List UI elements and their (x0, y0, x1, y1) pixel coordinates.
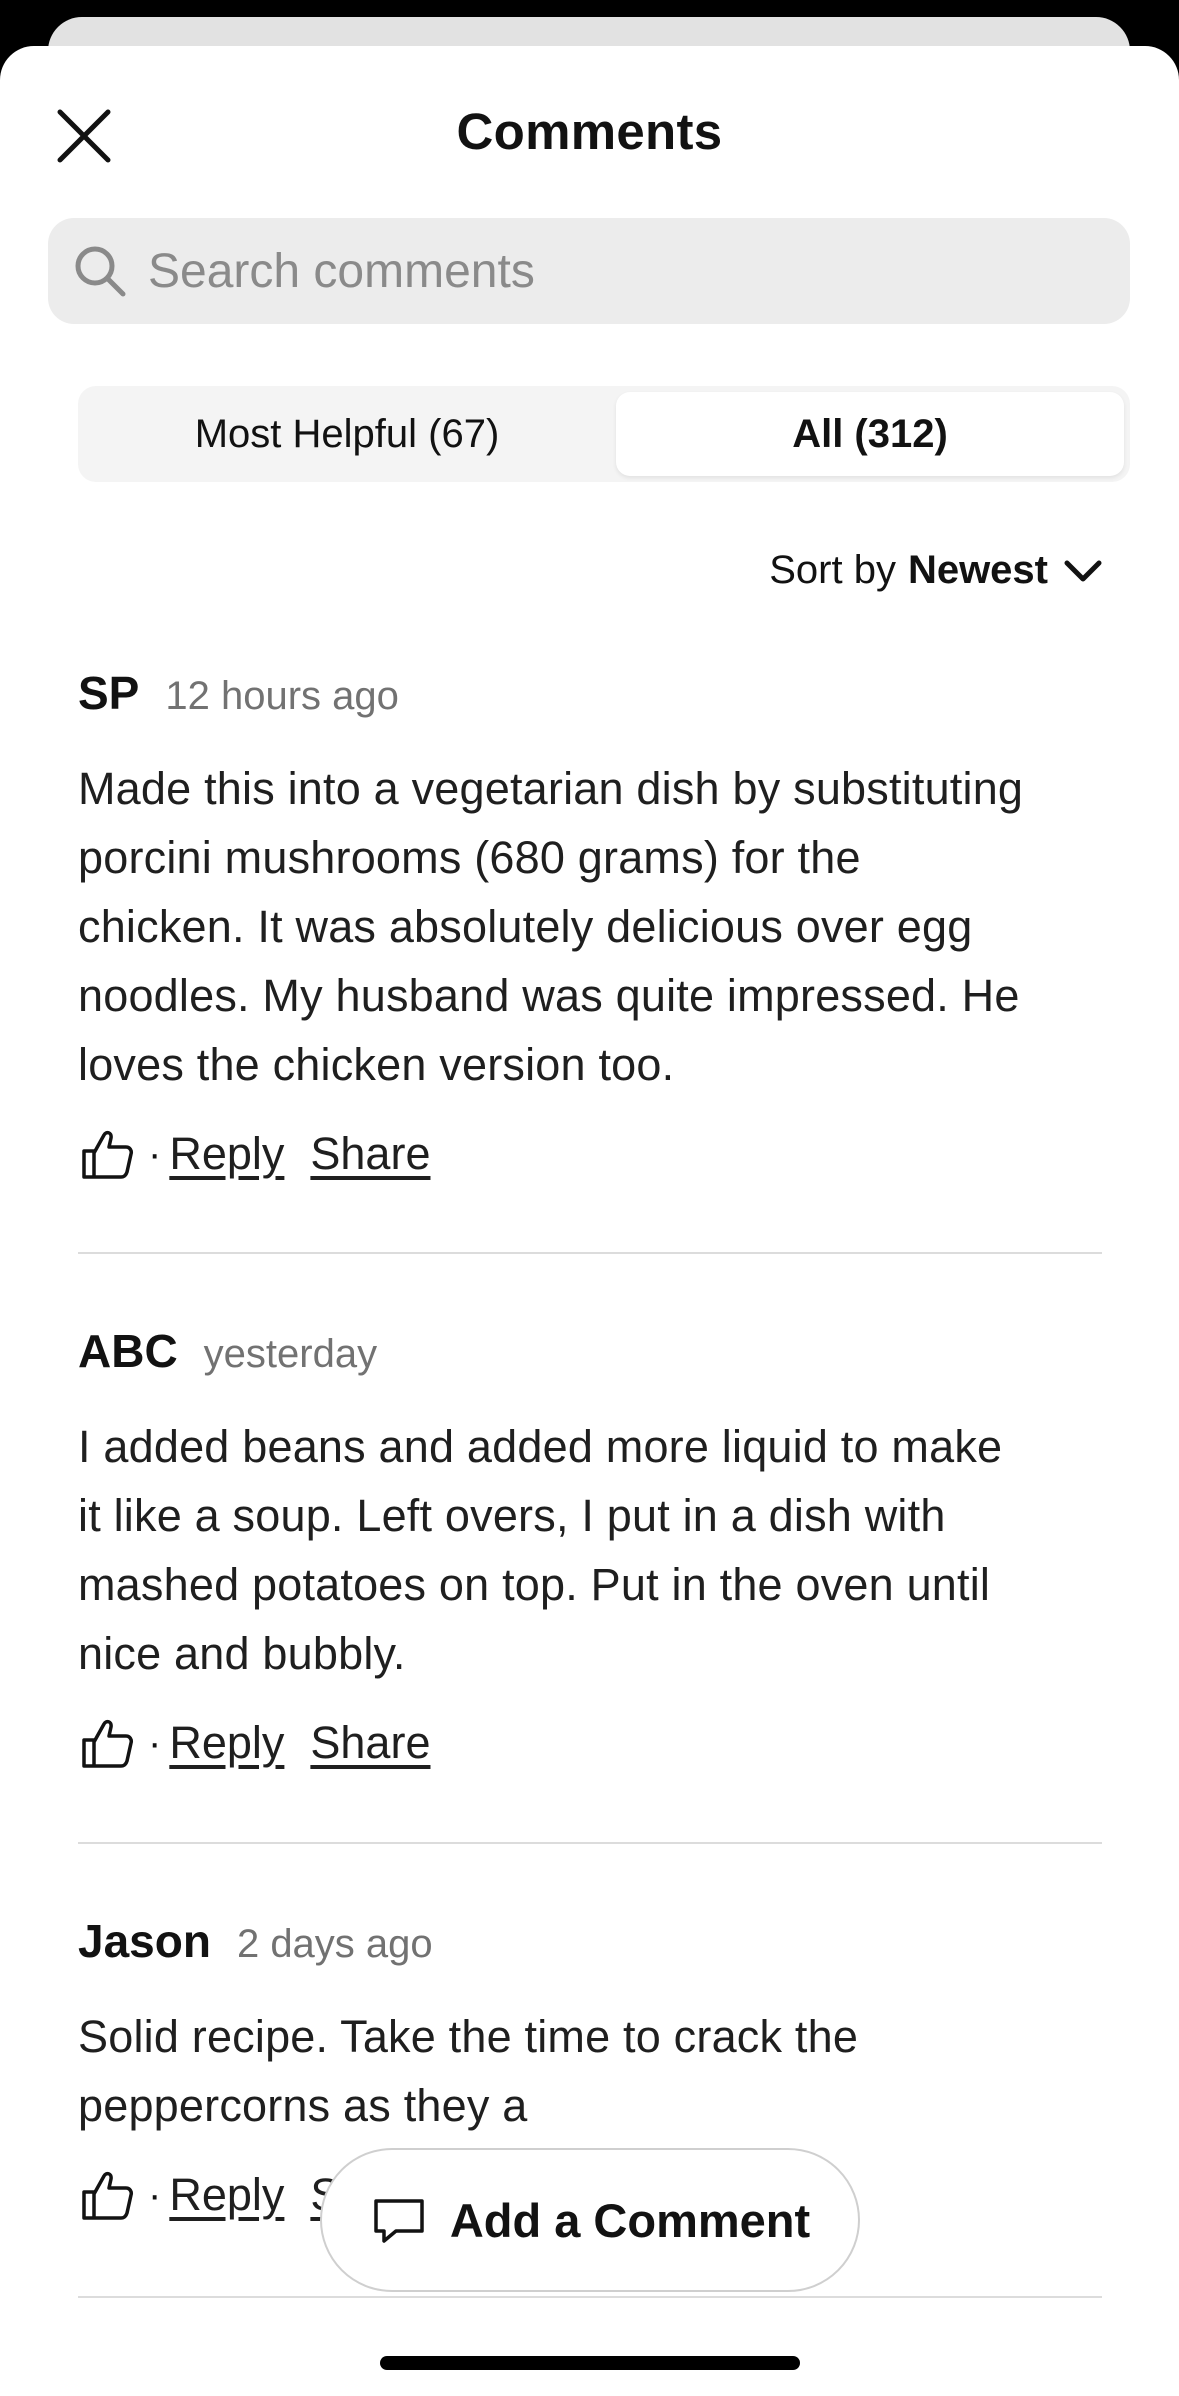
tab-most-helpful[interactable]: Most Helpful (67) (84, 392, 610, 476)
page-title: Comments (456, 103, 723, 160)
comment-meta: SP 12 hours ago (78, 666, 1102, 736)
divider (78, 2296, 1102, 2298)
comment-line: peppercorns as they a (78, 2080, 528, 2131)
comment-line: chicken. It was absolutely delicious ove… (78, 901, 973, 952)
comment-line: Solid recipe. Take the time to crack the (78, 2011, 859, 2062)
comment-line: I added beans and added more liquid to m… (78, 1421, 1003, 1472)
comment-line: loves the chicken version too. (78, 1039, 675, 1090)
comment-body: Solid recipe. Take the time to crack the… (78, 2002, 1102, 2140)
comment-filter-tabs: Most Helpful (67) All (312) (78, 386, 1130, 482)
reply-link[interactable]: Reply (169, 1128, 284, 1180)
comment-item: SP 12 hours ago Made this into a vegetar… (78, 666, 1102, 1189)
comment-actions: · Reply Share (78, 1119, 1102, 1189)
reply-link[interactable]: Reply (169, 2169, 284, 2221)
thumbs-up-icon[interactable] (78, 1125, 136, 1183)
comment-meta: Jason 2 days ago (78, 1914, 1102, 1984)
comment-author[interactable]: Jason (78, 1914, 211, 1968)
comment-line: nice and bubbly. (78, 1628, 406, 1679)
tab-all[interactable]: All (312) (616, 392, 1124, 476)
chevron-down-icon (1064, 560, 1102, 581)
share-link[interactable]: Share (310, 1128, 430, 1180)
comment-timestamp: 2 days ago (236, 1922, 433, 1966)
home-indicator (380, 2356, 800, 2370)
comment-author[interactable]: ABC (78, 1324, 178, 1378)
comment-author[interactable]: SP (78, 666, 139, 720)
comment-body: I added beans and added more liquid to m… (78, 1412, 1102, 1688)
separator-dot: · (148, 1720, 162, 1765)
divider (78, 1842, 1102, 1844)
comment-actions: · Reply Share (78, 1708, 1102, 1778)
comment-line: it like a soup. Left overs, I put in a d… (78, 1490, 946, 1541)
search-icon (75, 246, 126, 297)
comment-item: ABC yesterday I added beans and added mo… (78, 1324, 1102, 1778)
comment-meta: ABC yesterday (78, 1324, 1102, 1394)
comment-line: mashed potatoes on top. Put in the oven … (78, 1559, 991, 1610)
comment-line: Made this into a vegetarian dish by subs… (78, 763, 1024, 814)
comments-sheet: Comments Most Helpful (67) All (312) Sor… (0, 46, 1179, 2396)
comment-body: Made this into a vegetarian dish by subs… (78, 754, 1102, 1099)
share-link[interactable]: Share (310, 1717, 430, 1769)
sort-label: Sort by (769, 548, 896, 592)
search-bar[interactable] (48, 218, 1130, 324)
thumbs-up-icon[interactable] (78, 1714, 136, 1772)
separator-dot: · (148, 2172, 162, 2217)
thumbs-up-icon[interactable] (78, 2166, 136, 2224)
sort-dropdown[interactable]: Sort by Newest (769, 548, 1104, 593)
sort-value: Newest (907, 548, 1048, 592)
comment-timestamp: yesterday (203, 1332, 378, 1376)
divider (78, 1252, 1102, 1254)
comment-line: porcini mushrooms (680 grams) for the (78, 832, 861, 883)
add-comment-label: Add a Comment (449, 2193, 811, 2247)
search-input[interactable] (148, 243, 1048, 299)
reply-link[interactable]: Reply (169, 1717, 284, 1769)
sheet-header: Comments (0, 46, 1179, 216)
comment-bubble-icon (374, 2199, 424, 2243)
separator-dot: · (148, 1131, 162, 1176)
comment-line: noodles. My husband was quite impressed.… (78, 970, 1020, 1021)
comment-timestamp: 12 hours ago (165, 674, 399, 718)
add-comment-button[interactable]: Add a Comment (320, 2148, 860, 2292)
